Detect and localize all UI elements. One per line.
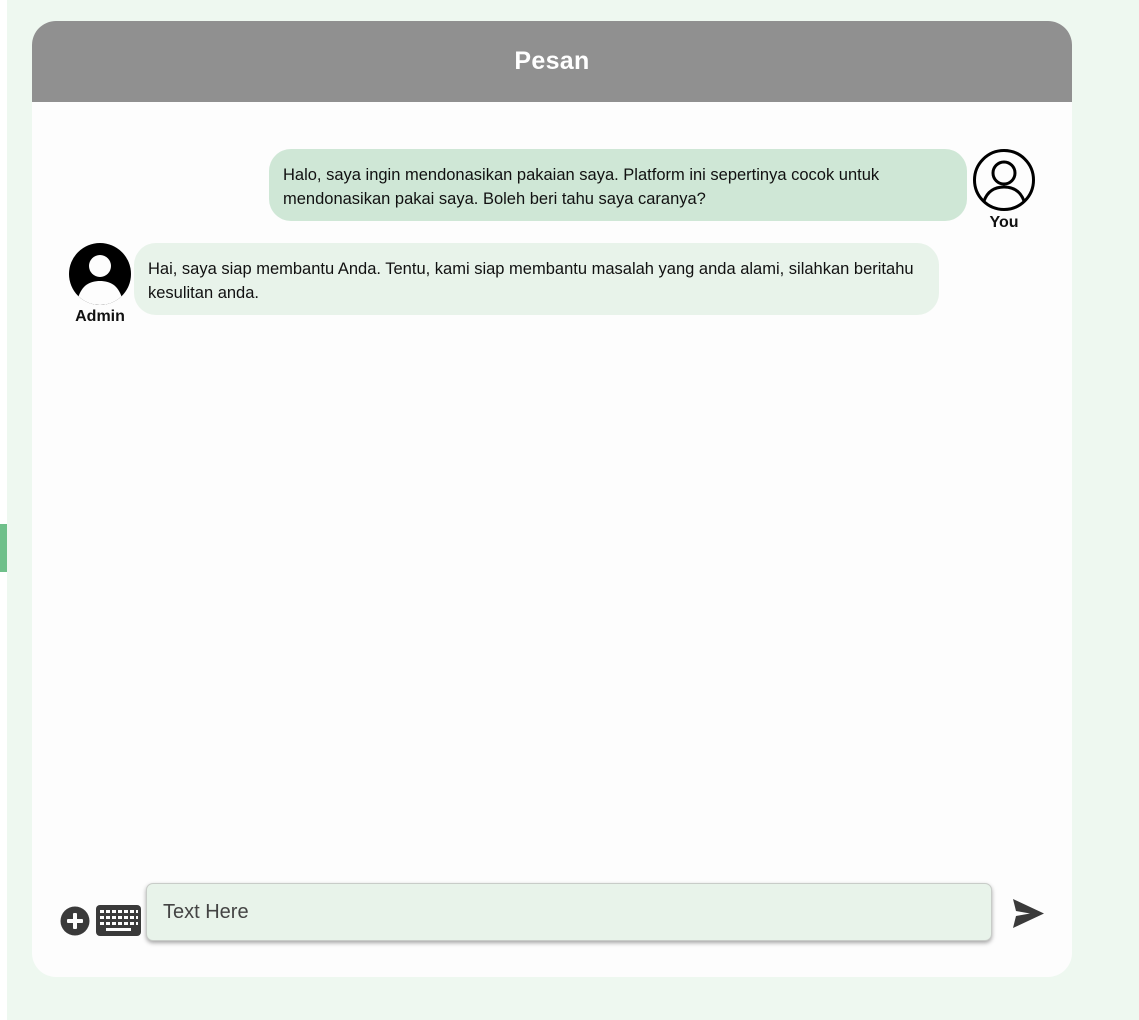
message-input[interactable]: [146, 883, 992, 941]
chat-window: Pesan Halo, saya ingin mendonasikan paka…: [32, 21, 1072, 977]
message-composer: [60, 883, 1050, 945]
keyboard-icon[interactable]: [96, 905, 141, 936]
chat-title: Pesan: [514, 47, 590, 75]
sender-name: You: [989, 214, 1019, 231]
send-icon[interactable]: [1012, 897, 1045, 930]
side-tab-indicator[interactable]: [0, 524, 7, 572]
message-row-outgoing: Halo, saya ingin mendonasikan pakaian sa…: [269, 148, 1036, 232]
user-circle-filled-icon: [69, 243, 131, 305]
sender-admin: Admin: [68, 242, 132, 326]
plus-circle-icon[interactable]: [60, 906, 90, 936]
sender-you: You: [972, 148, 1036, 232]
message-row-incoming: Admin Hai, saya siap membantu Anda. Tent…: [68, 242, 939, 326]
sender-name: Admin: [75, 308, 125, 325]
message-bubble-outgoing: Halo, saya ingin mendonasikan pakaian sa…: [269, 149, 967, 221]
user-circle-outline-icon: [973, 149, 1035, 211]
chat-header: Pesan: [32, 21, 1072, 102]
message-bubble-incoming: Hai, saya siap membantu Anda. Tentu, kam…: [134, 243, 939, 315]
